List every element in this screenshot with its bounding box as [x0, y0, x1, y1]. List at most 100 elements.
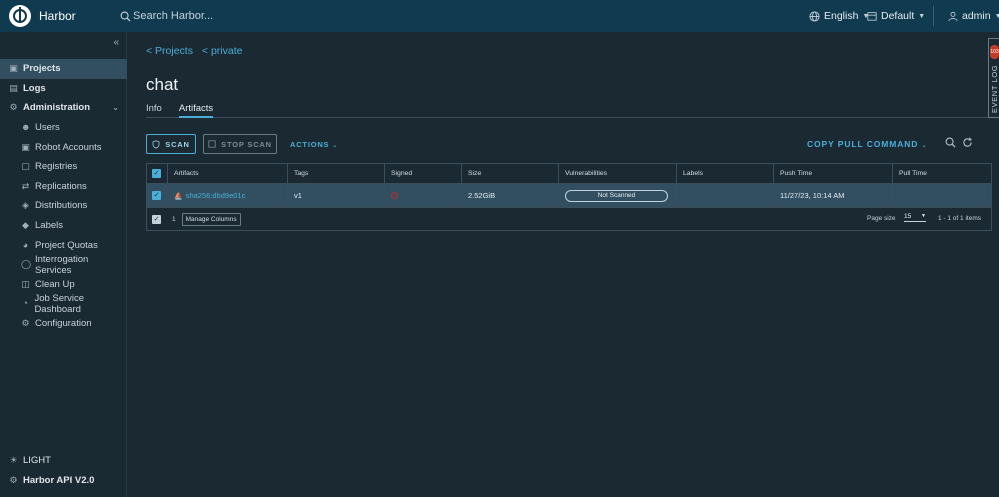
- sidebar-item-distributions[interactable]: ◈ Distributions: [0, 196, 127, 216]
- artifact-digest-link[interactable]: ⛵ sha256:dbd9e01c: [174, 191, 245, 200]
- vulnerabilities-cell: Not Scanned: [559, 184, 677, 207]
- column-header-pull-time[interactable]: Pull Time: [893, 164, 991, 183]
- column-header-artifacts[interactable]: Artifacts: [168, 164, 288, 183]
- globe-icon: [809, 10, 820, 22]
- breadcrumb-projects[interactable]: < Projects: [146, 45, 193, 57]
- page-size-value: 15: [904, 213, 912, 220]
- event-log-label: EVENT LOG: [990, 64, 999, 113]
- sidebar-item-label: Administration: [23, 102, 91, 114]
- stop-scan-button[interactable]: STOP SCAN: [203, 134, 277, 154]
- sidebar-item-clean-up[interactable]: ◫ Clean Up: [0, 275, 127, 295]
- harbor-api-label: Harbor API V2.0: [23, 475, 95, 486]
- theme-toggle[interactable]: ☀ LIGHT: [9, 455, 51, 466]
- sidebar-item-label: Clean Up: [35, 278, 75, 290]
- sidebar-item-configuration[interactable]: ⚙ Configuration: [0, 314, 127, 334]
- tab-artifacts[interactable]: Artifacts: [178, 103, 214, 118]
- breadcrumb: < Projects < private: [146, 45, 248, 57]
- user-icon: [948, 11, 958, 21]
- brand[interactable]: Harbor: [0, 5, 120, 27]
- copy-pull-command-dropdown[interactable]: COPY PULL COMMAND ⌄: [807, 139, 928, 149]
- footer-checkbox[interactable]: ✓: [152, 214, 161, 224]
- sidebar-item-label: Registries: [35, 161, 78, 173]
- sidebar-item-label: Replications: [35, 180, 87, 192]
- logs-icon: ▤: [9, 82, 18, 93]
- sidebar-item-projects[interactable]: ▣ Projects: [0, 59, 127, 79]
- sidebar-item-label: Logs: [23, 82, 46, 94]
- scope-label: Default: [881, 10, 915, 22]
- sidebar-item-label: Projects: [23, 63, 61, 75]
- header-divider: [933, 6, 934, 26]
- sidebar-item-label: Labels: [35, 220, 63, 232]
- stop-scan-label: STOP SCAN: [221, 139, 272, 149]
- harbor-logo-icon: [9, 5, 31, 27]
- sidebar-item-job-service-dashboard[interactable]: ◔ Job Service Dashboard: [0, 293, 127, 315]
- chevron-down-icon: ⌄: [112, 103, 119, 113]
- sidebar-item-interrogation-services[interactable]: ◯ Interrogation Services: [0, 253, 127, 276]
- language-label: English: [824, 10, 859, 22]
- column-header-labels[interactable]: Labels: [677, 164, 774, 183]
- table-footer: ✓ 1 Manage Columns Page size 15 ▼ 1 - 1 …: [147, 208, 991, 230]
- selected-count: 1: [172, 215, 176, 223]
- sidebar-item-robot-accounts[interactable]: ▣ Robot Accounts: [0, 137, 127, 157]
- refresh-icon[interactable]: [962, 137, 973, 148]
- column-header-size[interactable]: Size: [462, 164, 559, 183]
- sidebar-item-registries[interactable]: ▢ Registries: [0, 157, 127, 177]
- search-icon[interactable]: [945, 137, 956, 148]
- table-row[interactable]: ✓ ⛵ sha256:dbd9e01c v1 ✕ 2.52GiB Not Sca…: [147, 184, 991, 208]
- global-search[interactable]: [120, 10, 333, 22]
- registries-icon: ▢: [21, 161, 30, 172]
- tags-cell: v1: [288, 184, 385, 207]
- signed-cell: ✕: [385, 184, 462, 207]
- collapse-sidebar-icon[interactable]: «: [113, 37, 119, 48]
- language-selector[interactable]: English ▼: [809, 10, 869, 22]
- search-input[interactable]: [133, 10, 333, 22]
- replications-icon: ⇄: [21, 180, 30, 191]
- brand-name: Harbor: [39, 9, 76, 23]
- docker-icon: ⛵: [174, 192, 183, 200]
- sidebar-item-administration[interactable]: ⚙ Administration ⌄: [0, 98, 127, 118]
- sidebar-item-label: Project Quotas: [35, 239, 98, 251]
- sidebar-item-label: Distributions: [35, 200, 88, 212]
- user-name: admin: [962, 10, 991, 22]
- chevron-down-icon: ▼: [921, 213, 926, 219]
- sidebar-item-replications[interactable]: ⇄ Replications: [0, 177, 127, 197]
- select-all-checkbox[interactable]: ✓: [152, 169, 161, 178]
- sidebar-item-logs[interactable]: ▤ Logs: [0, 79, 127, 99]
- sidebar-item-label: Interrogation Services: [35, 253, 89, 276]
- page-size-select[interactable]: 15 ▼: [904, 213, 926, 222]
- event-log-tab[interactable]: 103 EVENT LOG: [988, 38, 999, 118]
- search-icon: [120, 11, 131, 22]
- sidebar-item-label: Robot Accounts: [35, 141, 102, 153]
- scan-status-badge: Not Scanned: [565, 189, 668, 202]
- artifacts-table: ✓ Artifacts Tags Signed Size Vulnerabili…: [146, 163, 992, 231]
- scan-button[interactable]: SCAN: [146, 134, 196, 154]
- scope-selector[interactable]: Default ▼: [867, 10, 925, 22]
- user-menu[interactable]: admin ▼: [948, 10, 999, 22]
- sidebar-item-project-quotas[interactable]: ◕ Project Quotas: [0, 235, 127, 255]
- pagination-info: 1 - 1 of 1 items: [938, 215, 981, 222]
- column-header-vulnerabilities[interactable]: Vulnerabilities: [559, 164, 677, 183]
- not-signed-icon: ✕: [391, 192, 398, 199]
- column-header-signed[interactable]: Signed: [385, 164, 462, 183]
- scan-label: SCAN: [165, 139, 190, 149]
- sidebar-item-users[interactable]: ☻ Users: [0, 118, 127, 138]
- tab-info[interactable]: Info: [146, 103, 162, 118]
- sidebar-nav: ▣ Projects ▤ Logs ⚙ Administration ⌄ ☻ U…: [0, 59, 127, 333]
- harbor-api-link[interactable]: ⚙ Harbor API V2.0: [9, 475, 94, 486]
- administration-icon: ⚙: [9, 102, 18, 113]
- sidebar: « ▣ Projects ▤ Logs ⚙ Administration ⌄ ☻…: [0, 32, 127, 497]
- manage-columns-button[interactable]: Manage Columns: [181, 212, 241, 226]
- breadcrumb-private[interactable]: < private: [202, 45, 243, 57]
- pull-time-cell: [893, 184, 991, 207]
- select-all-cell: ✓: [147, 164, 168, 183]
- actions-dropdown[interactable]: ACTIONS ⌄: [290, 140, 338, 149]
- column-header-push-time[interactable]: Push Time: [774, 164, 893, 183]
- sidebar-item-labels[interactable]: ◆ Labels: [0, 216, 127, 236]
- chevron-down-icon: ▼: [918, 12, 926, 20]
- copy-pull-label: COPY PULL COMMAND: [807, 139, 919, 149]
- top-navbar: Harbor English ▼ Default ▼ admin ▼: [0, 0, 999, 32]
- chevron-down-icon: ▼: [994, 12, 999, 20]
- row-checkbox[interactable]: ✓: [152, 191, 161, 200]
- sidebar-item-label: Users: [35, 122, 60, 134]
- column-header-tags[interactable]: Tags: [288, 164, 385, 183]
